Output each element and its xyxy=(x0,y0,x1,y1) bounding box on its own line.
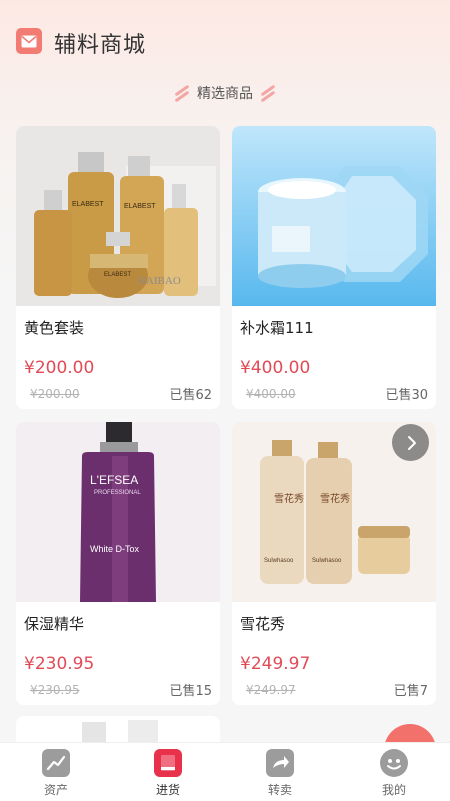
tab-assets[interactable]: 资产 xyxy=(0,743,112,801)
product-card[interactable]: 雪花秀 雪花秀 Sulwhasoo Sulwhasoo 雪花秀 ¥249.97 … xyxy=(232,422,436,705)
svg-text:HAIBAO: HAIBAO xyxy=(138,275,181,287)
product-sold-count: 已售62 xyxy=(169,388,212,403)
product-image: ELABEST ELABEST ELABEST HAIBAO xyxy=(16,126,220,306)
page-title: 辅料商城 xyxy=(54,33,147,58)
product-sold-count: 已售7 xyxy=(393,684,428,699)
svg-text:ELABEST: ELABEST xyxy=(124,203,156,210)
tab-label: 进货 xyxy=(155,783,180,797)
product-price: ¥200.00 xyxy=(24,358,95,378)
svg-text:White D-Tox: White D-Tox xyxy=(90,544,140,554)
face-icon xyxy=(380,749,408,777)
tab-label: 转卖 xyxy=(267,783,292,797)
product-card[interactable]: ELABEST ELABEST ELABEST HAIBAO 黄色套装 ¥200… xyxy=(16,126,220,409)
product-price: ¥249.97 xyxy=(240,654,311,674)
tab-label: 资产 xyxy=(43,783,68,797)
product-image xyxy=(232,126,436,306)
svg-text:Sulwhasoo: Sulwhasoo xyxy=(264,558,294,564)
tab-me[interactable]: 我的 xyxy=(338,743,450,801)
share-icon xyxy=(266,749,294,777)
product-sold-count: 已售30 xyxy=(385,388,428,403)
svg-text:雪花秀: 雪花秀 xyxy=(320,492,350,505)
stock-icon xyxy=(154,749,182,777)
product-name: 补水霜111 xyxy=(240,319,314,337)
svg-text:ELABEST: ELABEST xyxy=(72,201,104,208)
bottom-tab-bar: 资产 进货 转卖 我的 xyxy=(0,742,450,801)
section-heading: 精选商品 xyxy=(0,82,450,104)
svg-text:Sulwhasoo: Sulwhasoo xyxy=(312,558,342,564)
product-image: L'EFSEA PROFESSIONAL White D-Tox xyxy=(16,422,220,602)
product-card[interactable]: 补水霜111 ¥400.00 ¥400.00 已售30 xyxy=(232,126,436,409)
carousel-next-button[interactable] xyxy=(392,424,429,461)
header: 辅料商城 xyxy=(0,0,450,80)
product-original-price: ¥400.00 xyxy=(246,387,296,401)
tab-resell[interactable]: 转卖 xyxy=(224,743,336,801)
product-name: 黄色套装 xyxy=(24,319,85,337)
product-price: ¥400.00 xyxy=(240,358,311,378)
product-original-price: ¥249.97 xyxy=(246,683,296,697)
svg-text:PROFESSIONAL: PROFESSIONAL xyxy=(94,490,141,496)
svg-text:ELABEST: ELABEST xyxy=(104,272,131,278)
product-card[interactable]: L'EFSEA PROFESSIONAL White D-Tox 保湿精华 ¥2… xyxy=(16,422,220,705)
product-name: 保湿精华 xyxy=(24,615,85,633)
svg-text:L'EFSEA: L'EFSEA xyxy=(90,473,138,487)
stripe-decoration-right xyxy=(259,84,277,102)
svg-text:雪花秀: 雪花秀 xyxy=(274,492,304,505)
chevron-right-icon xyxy=(407,435,416,450)
tab-stock[interactable]: 进货 xyxy=(112,743,224,801)
tab-label: 我的 xyxy=(381,783,406,797)
stripe-decoration-left xyxy=(173,84,191,102)
product-original-price: ¥200.00 xyxy=(30,387,80,401)
product-sold-count: 已售15 xyxy=(169,684,212,699)
product-name: 雪花秀 xyxy=(240,615,286,633)
section-title: 精选商品 xyxy=(197,86,253,102)
mail-icon xyxy=(16,28,42,54)
chart-icon xyxy=(42,749,70,777)
product-original-price: ¥230.95 xyxy=(30,683,80,697)
product-price: ¥230.95 xyxy=(24,654,95,674)
